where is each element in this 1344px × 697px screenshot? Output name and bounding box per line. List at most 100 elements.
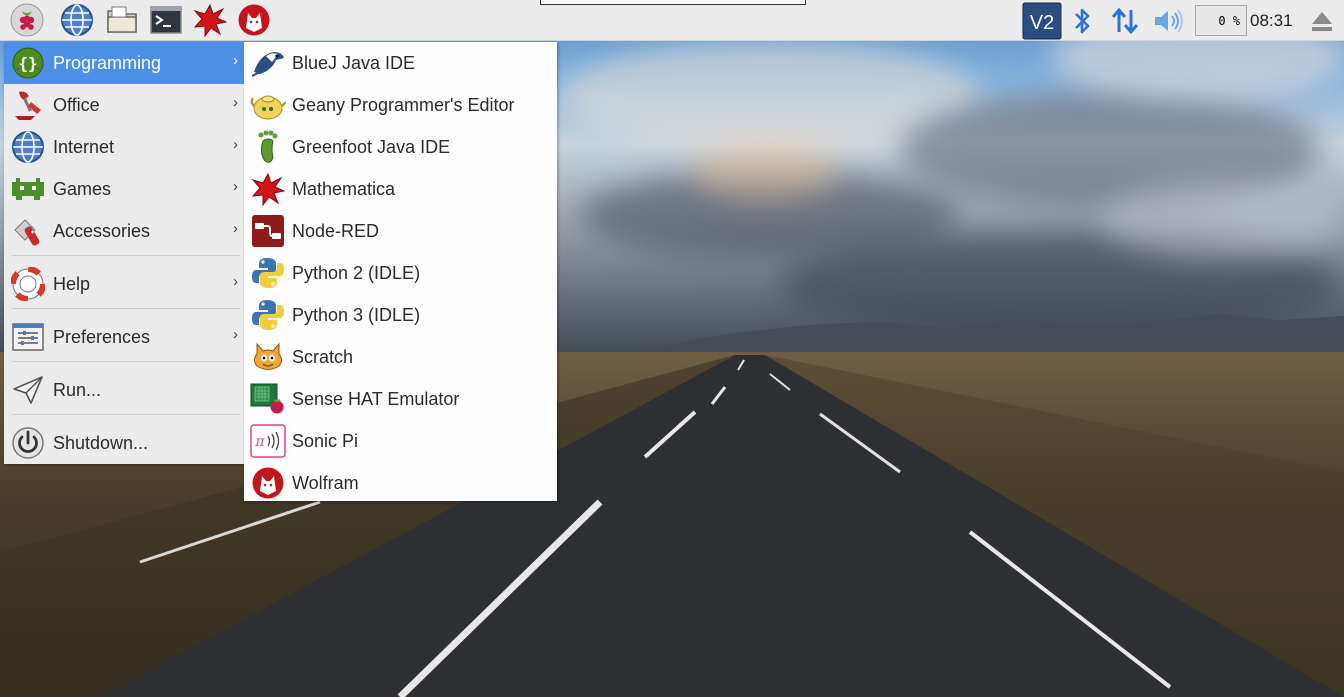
bluetooth-icon [1075, 8, 1090, 33]
menu-separator [12, 308, 240, 309]
submenu-item-bluej[interactable]: BlueJ Java IDE [244, 42, 557, 84]
node-red-icon [252, 215, 284, 247]
raspberry-menu-icon [10, 3, 44, 37]
submenu-item-greenfoot[interactable]: Greenfoot Java IDE [244, 126, 557, 168]
taskbar-window-area[interactable] [540, 0, 806, 5]
preferences-icon [12, 323, 44, 351]
wolfram-icon [252, 467, 284, 499]
bluej-icon [251, 52, 284, 77]
submenu-item-label: BlueJ Java IDE [292, 52, 416, 73]
mathematica-icon [193, 3, 227, 37]
file-manager-launcher[interactable] [105, 3, 139, 37]
eject-tray-button[interactable] [1305, 0, 1339, 41]
sense-hat-icon [250, 383, 284, 414]
office-icon [15, 91, 41, 120]
web-browser-icon [61, 4, 93, 36]
wolfram-launcher[interactable] [237, 3, 271, 37]
submenu-item-label: Mathematica [292, 178, 396, 199]
submenu-item-geany[interactable]: Geany Programmer's Editor [244, 84, 557, 126]
web-browser-launcher[interactable] [60, 3, 94, 37]
menu-item-label: Office [53, 94, 100, 115]
submenu-item-label: Python 3 (IDLE) [292, 304, 421, 325]
submenu-item-sonic-pi[interactable]: π Sonic Pi [244, 420, 557, 462]
menu-item-accessories[interactable]: Accessories › [4, 210, 244, 252]
programming-submenu: BlueJ Java IDE Geany Programmer's Editor… [244, 42, 557, 501]
shutdown-icon [12, 427, 44, 459]
menu-item-preferences[interactable]: Preferences › [4, 316, 244, 358]
submenu-item-python2[interactable]: Python 2 (IDLE) [244, 252, 557, 294]
submenu-arrow-icon: › [233, 94, 238, 111]
submenu-arrow-icon: › [233, 326, 238, 343]
menu-item-shutdown[interactable]: Shutdown... [4, 422, 244, 464]
volume-tray-button[interactable] [1150, 0, 1188, 41]
submenu-arrow-icon: › [233, 52, 238, 69]
vnc-icon: V2 [1022, 2, 1062, 39]
menu-item-label: Games [53, 178, 112, 199]
submenu-item-label: Node-RED [292, 220, 380, 241]
games-icon [12, 178, 44, 200]
menu-item-label: Accessories [53, 220, 151, 241]
vnc-tray-button[interactable]: V2 [1022, 0, 1062, 41]
submenu-arrow-icon: › [233, 220, 238, 237]
eject-icon [1312, 11, 1332, 31]
submenu-item-label: Python 2 (IDLE) [292, 262, 421, 283]
sonic-pi-icon: π [250, 424, 286, 458]
menu-item-internet[interactable]: Internet › [4, 126, 244, 168]
submenu-arrow-icon: › [233, 273, 238, 290]
terminal-icon [150, 6, 182, 34]
menu-item-label: Preferences [53, 326, 151, 347]
menu-separator [12, 361, 240, 362]
help-icon [11, 267, 45, 301]
cpu-usage-text: 0 % [1218, 13, 1240, 28]
accessories-icon [14, 219, 40, 246]
submenu-item-label: Greenfoot Java IDE [292, 136, 451, 157]
clock[interactable]: 08:31 [1250, 0, 1293, 41]
submenu-item-sense-hat[interactable]: Sense HAT Emulator [244, 378, 557, 420]
internet-icon [12, 131, 44, 163]
submenu-arrow-icon: › [233, 178, 238, 195]
submenu-item-python3[interactable]: Python 3 (IDLE) [244, 294, 557, 336]
top-panel: V2 0 % 08:31 [0, 0, 1344, 41]
python-icon [252, 300, 284, 330]
submenu-item-node-red[interactable]: Node-RED [244, 210, 557, 252]
mathematica-launcher[interactable] [193, 3, 227, 37]
network-icon [1111, 7, 1139, 34]
network-tray-button[interactable] [1108, 0, 1142, 41]
submenu-item-scratch[interactable]: Scratch [244, 336, 557, 378]
submenu-item-label: Sense HAT Emulator [292, 388, 460, 409]
cpu-monitor[interactable]: 0 % [1195, 5, 1247, 36]
menu-item-office[interactable]: Office › [4, 84, 244, 126]
terminal-launcher[interactable] [149, 3, 183, 37]
submenu-item-label: Wolfram [292, 472, 359, 493]
run-icon [13, 376, 43, 404]
bluetooth-tray-button[interactable] [1068, 0, 1098, 41]
menu-item-label: Shutdown... [53, 432, 149, 453]
menu-item-run[interactable]: Run... [4, 369, 244, 411]
menu-item-label: Help [53, 273, 91, 294]
menu-item-programming[interactable]: {} Programming › [4, 42, 244, 84]
submenu-item-label: Geany Programmer's Editor [292, 94, 515, 115]
submenu-item-wolfram[interactable]: Wolfram [244, 462, 557, 504]
svg-text:π: π [254, 434, 265, 450]
geany-icon [250, 95, 286, 120]
svg-text:{}: {} [18, 54, 37, 73]
programming-icon: {} [12, 47, 44, 79]
menu-item-label: Programming [53, 52, 162, 73]
submenu-item-mathematica[interactable]: Mathematica [244, 168, 557, 210]
file-manager-icon [107, 6, 137, 33]
main-menu-button[interactable] [10, 3, 44, 37]
wolfram-icon [238, 4, 270, 36]
python-icon [252, 258, 284, 288]
menu-separator [12, 255, 240, 256]
scratch-icon [254, 342, 282, 370]
volume-icon [1155, 8, 1183, 33]
submenu-arrow-icon: › [233, 136, 238, 153]
svg-text:V2: V2 [1030, 12, 1054, 34]
submenu-item-label: Sonic Pi [292, 430, 359, 451]
menu-item-games[interactable]: Games › [4, 168, 244, 210]
mathematica-icon [251, 172, 285, 206]
main-menu: {} Programming › Office › Internet › Gam… [4, 42, 244, 464]
menu-separator [12, 414, 240, 415]
greenfoot-icon [258, 130, 278, 163]
menu-item-help[interactable]: Help › [4, 263, 244, 305]
